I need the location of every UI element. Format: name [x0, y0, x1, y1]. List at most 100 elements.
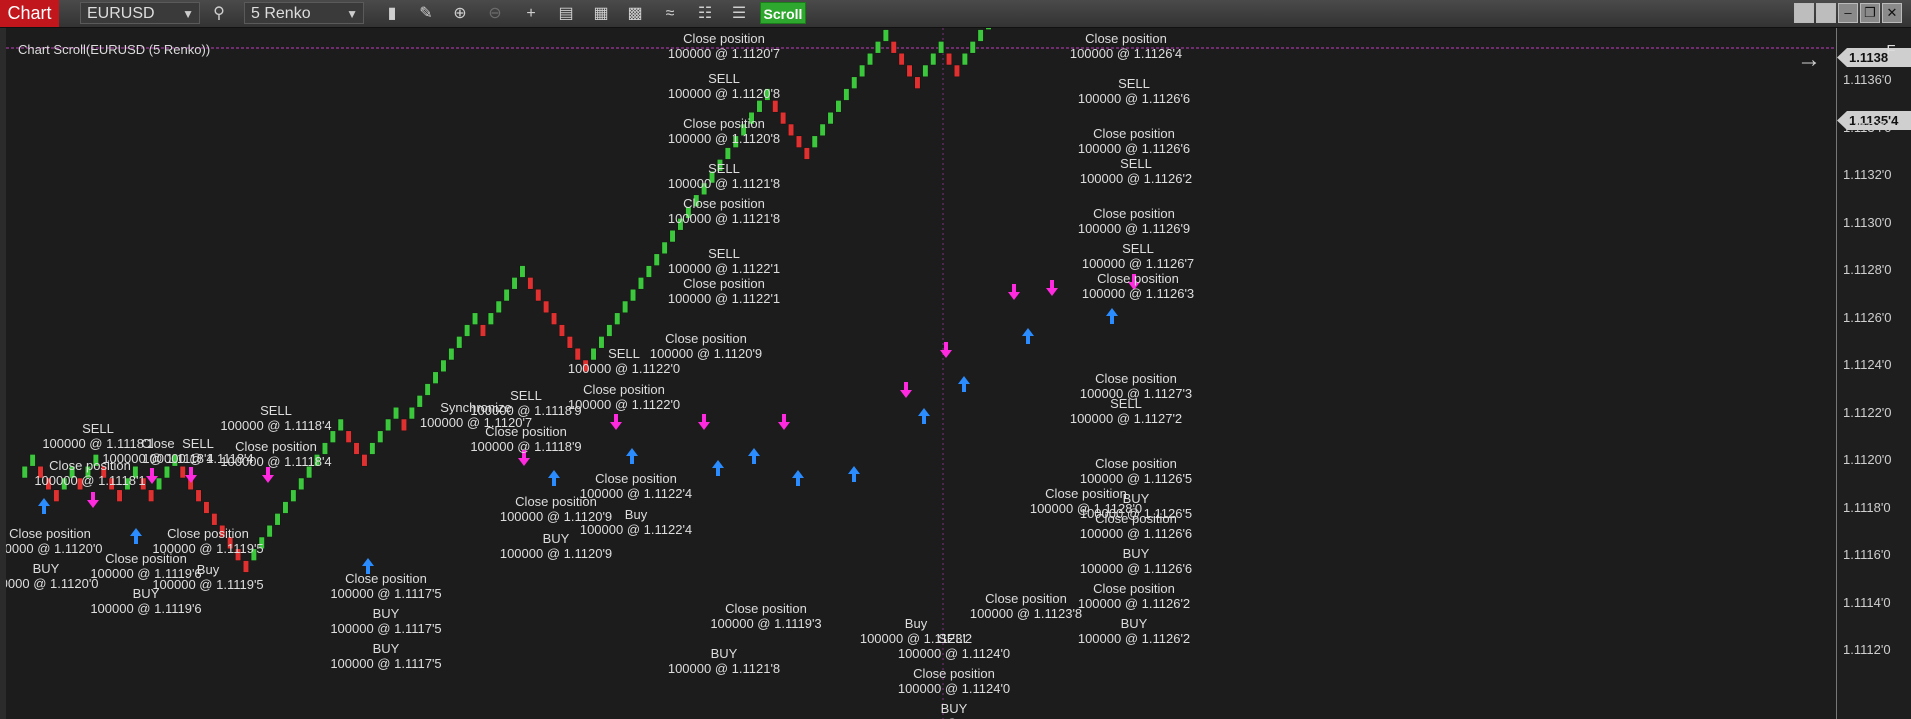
price-axis-label: 1.1120'0 [1843, 452, 1892, 467]
renko-brick-up [29, 454, 36, 467]
restore-icon[interactable]: ❐ [1860, 3, 1880, 23]
price-axis-label: 1.1116'0 [1843, 547, 1891, 562]
renko-brick-up [274, 513, 281, 526]
renko-brick-down [788, 123, 795, 137]
renko-brick-up [756, 100, 763, 113]
pencil-icon[interactable]: ✎ [415, 3, 437, 25]
axis-menu-icon[interactable]: F [1878, 38, 1904, 64]
scroll-button[interactable]: Scroll [760, 2, 806, 24]
data-box-icon[interactable]: ▤ [555, 3, 577, 25]
renko-chart[interactable]: SELL100000 @ 1.1118'1Close position10000… [6, 28, 1836, 719]
sell-arrow-icon [185, 467, 197, 483]
trade-label-detail: 100000 @ 1.1122'1 [668, 261, 780, 276]
trade-label-detail: 00000 @ 1.1120'0 [6, 541, 103, 556]
trade-label-detail: 100000 @ 1.1118'4 [220, 418, 331, 433]
close-icon[interactable]: ✕ [1882, 3, 1902, 23]
renko-brick-up [590, 347, 597, 361]
trade-label-title: Close position [683, 116, 765, 131]
trade-label-detail: 100000 @ 1.1124'0 [898, 646, 1010, 661]
trade-label-detail: 100000 @ 1.1126'6 [1078, 141, 1190, 156]
trade-label-detail: 100000 @ 1.1120'9 [500, 546, 612, 561]
renko-brick-down [527, 277, 534, 290]
renko-brick-up [163, 465, 170, 479]
price-axis-label: 1.1126'0 [1843, 309, 1892, 325]
renko-brick-down [353, 442, 360, 455]
chart-tab[interactable]: Chart [0, 0, 59, 27]
trade-label-detail: 100000 @ 1.1127'2 [1070, 411, 1182, 426]
renko-brick-down [211, 513, 218, 526]
renko-brick-up [985, 28, 992, 30]
renko-brick-up [369, 442, 376, 455]
renko-brick-up [661, 241, 668, 255]
trade-label-title: BUY [711, 646, 738, 661]
renko-brick-down [116, 489, 123, 502]
renko-brick-down [898, 52, 905, 66]
trade-label-title: Close [141, 436, 174, 451]
renko-brick-up [298, 477, 305, 491]
renko-brick-up [977, 29, 984, 42]
trade-label-detail: 100000 @ 1.1118'1 [42, 436, 153, 451]
renko-brick-up [266, 524, 273, 538]
zoom-out-icon[interactable]: ⊖ [484, 3, 506, 25]
trade-label-title: Close position [1093, 126, 1175, 141]
trade-label-title: Buy [905, 616, 928, 631]
trade-label-detail: 100000 @ 1.1123'2 [860, 631, 972, 646]
renko-brick-up [472, 312, 479, 325]
price-axis-label: 1.1114'0 [1843, 594, 1891, 610]
indicators-icon[interactable]: ▩ [624, 3, 646, 25]
sell-arrow-icon [1046, 280, 1058, 296]
bar-type-select[interactable]: 5 Renko ▼ [244, 2, 364, 24]
renko-brick-up [337, 418, 344, 432]
templates-icon[interactable]: ▦ [590, 3, 612, 25]
renko-brick-down [795, 135, 802, 148]
trade-label-title: Close position [683, 276, 765, 291]
trade-label-title: SELL [510, 388, 542, 403]
sell-arrow-icon [698, 414, 710, 430]
chart-panel[interactable]: Chart Scroll(EURUSD (5 Renko)) SELL 10000… [0, 28, 1836, 719]
object-list-icon[interactable]: ☰ [728, 3, 750, 25]
trade-label-detail: 100000 @ 1.1126'2 [1080, 171, 1192, 186]
trade-label-detail: 100000 @ 1.1124'0 [898, 681, 1010, 696]
crosshair-icon[interactable]: + [520, 3, 542, 25]
sell-arrow-icon [778, 414, 790, 430]
renko-brick-up [424, 383, 431, 396]
renko-brick-down [558, 324, 565, 337]
search-icon[interactable]: ⚲ [208, 3, 230, 25]
renko-brick-up [961, 52, 968, 66]
renko-brick-down [242, 560, 249, 573]
renko-brick-down [906, 64, 913, 78]
renko-brick-up [969, 41, 976, 54]
price-axis-label: 1.1130'0 [1843, 214, 1892, 230]
trade-label-detail: 100000 @ 1.1120'8 [668, 86, 780, 101]
trade-label-detail: 100000 @ 1.1123'8 [970, 606, 1082, 621]
renko-brick-down [361, 454, 368, 467]
trade-label-detail: 100000 @ 1.1119'3 [710, 616, 821, 631]
renko-brick-up [882, 29, 889, 42]
properties-icon[interactable]: ☷ [694, 3, 716, 25]
layout-icon[interactable] [1794, 3, 1814, 23]
renko-brick-down [345, 430, 352, 443]
buy-arrow-icon [548, 470, 560, 486]
layout-icon[interactable] [1816, 3, 1836, 23]
trade-label-title: Close position [1093, 581, 1175, 596]
price-axis-label: 1.1112'0 [1843, 642, 1891, 657]
renko-brick-down [400, 418, 407, 432]
strategies-icon[interactable]: ≈ [659, 3, 681, 25]
renko-brick-up [938, 41, 945, 54]
minimize-icon[interactable]: – [1838, 3, 1858, 23]
arrow-right-icon: → [1797, 46, 1821, 73]
renko-brick-up [669, 229, 676, 243]
renko-brick-up [321, 442, 328, 455]
symbol-select[interactable]: EURUSD ▼ [80, 2, 200, 24]
renko-brick-up [843, 88, 850, 101]
renko-brick-up [724, 147, 731, 160]
renko-brick-up [503, 288, 510, 302]
zoom-in-icon[interactable]: ⊕ [449, 3, 471, 25]
price-axis[interactable]: 1.1138 1.1135'4 1.1136'0 1.1134'0 1.1132'0… [1836, 28, 1911, 719]
bar-style-icon[interactable]: ▮ [381, 3, 403, 25]
trade-label-detail: 100000 @ 1.1119'5 [152, 577, 263, 592]
trade-label-title: BUY [1123, 546, 1150, 561]
buy-arrow-icon [918, 408, 930, 424]
trade-label-title: SELL [1110, 396, 1142, 411]
buy-arrow-icon [130, 528, 142, 544]
